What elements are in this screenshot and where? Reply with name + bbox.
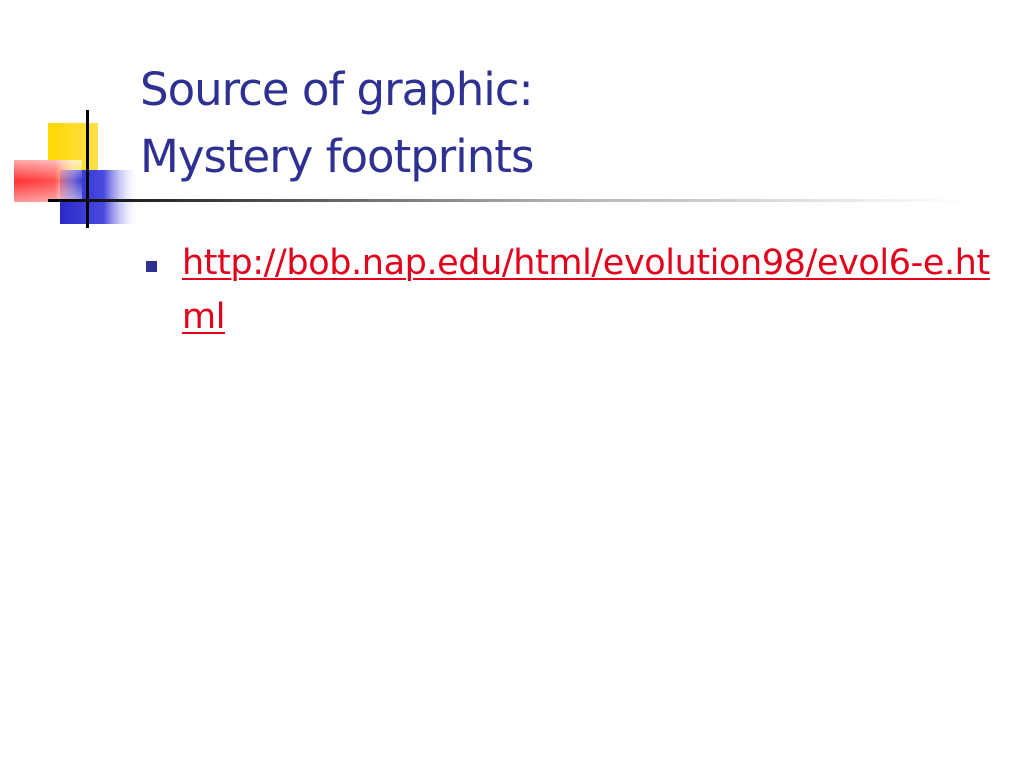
deco-vertical-line <box>86 110 89 228</box>
source-link[interactable]: http://bob.nap.edu/html/evolution98/evol… <box>182 236 994 344</box>
slide: Source of graphic: Mystery footprints ht… <box>0 0 1024 768</box>
page-title: Source of graphic: Mystery footprints <box>140 56 1000 190</box>
slide-body: http://bob.nap.edu/html/evolution98/evol… <box>140 236 1000 344</box>
square-bullet-icon <box>146 261 157 272</box>
list-item: http://bob.nap.edu/html/evolution98/evol… <box>140 236 1000 344</box>
title-line-2: Mystery footprints <box>140 130 534 183</box>
title-rule <box>48 199 968 202</box>
title-line-1: Source of graphic: <box>140 63 534 116</box>
